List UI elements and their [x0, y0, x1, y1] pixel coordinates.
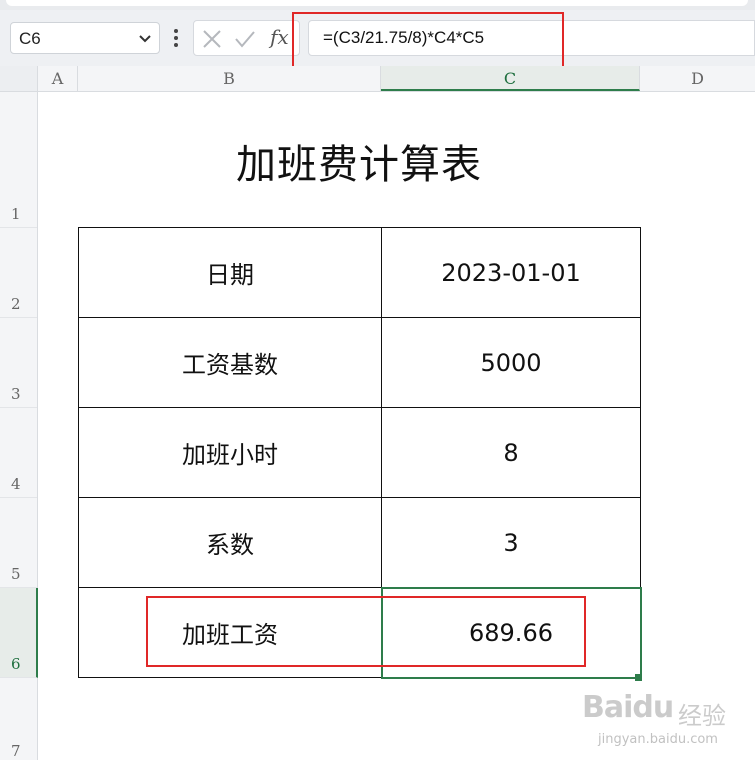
confirm-icon[interactable]	[234, 29, 256, 49]
row-header-column: 1 2 3 4 5 6 7	[0, 92, 38, 760]
more-vertical-icon[interactable]	[172, 27, 180, 49]
cell-b3[interactable]: 工资基数	[78, 317, 382, 408]
row-header-6[interactable]: 6	[0, 588, 38, 678]
cell-b5[interactable]: 系数	[78, 497, 382, 588]
select-all-corner[interactable]	[0, 66, 38, 91]
row-number: 2	[11, 295, 21, 313]
row-number: 4	[11, 475, 21, 493]
result-highlight-box	[146, 596, 586, 667]
name-box[interactable]: C6	[10, 22, 160, 54]
table-row: 系数 3	[78, 497, 641, 588]
row-header-1[interactable]: 1	[0, 92, 37, 228]
column-header-row: A B C D	[0, 66, 755, 92]
column-header-a[interactable]: A	[38, 66, 78, 91]
row-header-2[interactable]: 2	[0, 228, 37, 318]
formula-highlight-box	[292, 12, 564, 72]
watermark-url: jingyan.baidu.com	[598, 732, 718, 747]
row-number: 5	[11, 565, 21, 583]
watermark-cn: 经验	[678, 702, 726, 730]
table-row: 工资基数 5000	[78, 317, 641, 408]
window-top-strip	[0, 0, 755, 10]
row-number: 7	[11, 742, 21, 760]
cell-b2[interactable]: 日期	[78, 227, 382, 318]
row-number: 3	[11, 385, 21, 403]
row-number: 6	[11, 655, 21, 673]
column-header-c[interactable]: C	[381, 66, 640, 91]
baidu-watermark: Baidu 经验 jingyan.baidu.com	[582, 684, 747, 756]
cancel-icon[interactable]	[202, 29, 222, 49]
name-box-value: C6	[19, 29, 41, 48]
row-header-7[interactable]: 7	[0, 678, 37, 760]
column-header-d[interactable]: D	[640, 66, 755, 91]
cell-c4[interactable]: 8	[381, 407, 641, 498]
row-header-5[interactable]: 5	[0, 498, 37, 588]
row-header-4[interactable]: 4	[0, 408, 37, 498]
cell-c2[interactable]: 2023-01-01	[381, 227, 641, 318]
column-header-b[interactable]: B	[78, 66, 381, 91]
table-row: 加班小时 8	[78, 407, 641, 498]
ribbon-edge	[6, 0, 748, 6]
row-number: 1	[11, 205, 21, 223]
fill-handle[interactable]	[635, 674, 642, 681]
watermark-brand: Baidu	[582, 690, 674, 725]
cell-c5[interactable]: 3	[381, 497, 641, 588]
table-row: 日期 2023-01-01	[78, 227, 641, 318]
cell-b4[interactable]: 加班小时	[78, 407, 382, 498]
cell-c3[interactable]: 5000	[381, 317, 641, 408]
formula-actions: fx	[193, 20, 300, 56]
row-header-3[interactable]: 3	[0, 318, 37, 408]
sheet-title[interactable]: 加班费计算表	[78, 132, 640, 190]
insert-function-icon[interactable]: fx	[270, 25, 289, 49]
chevron-down-icon[interactable]	[137, 30, 153, 46]
